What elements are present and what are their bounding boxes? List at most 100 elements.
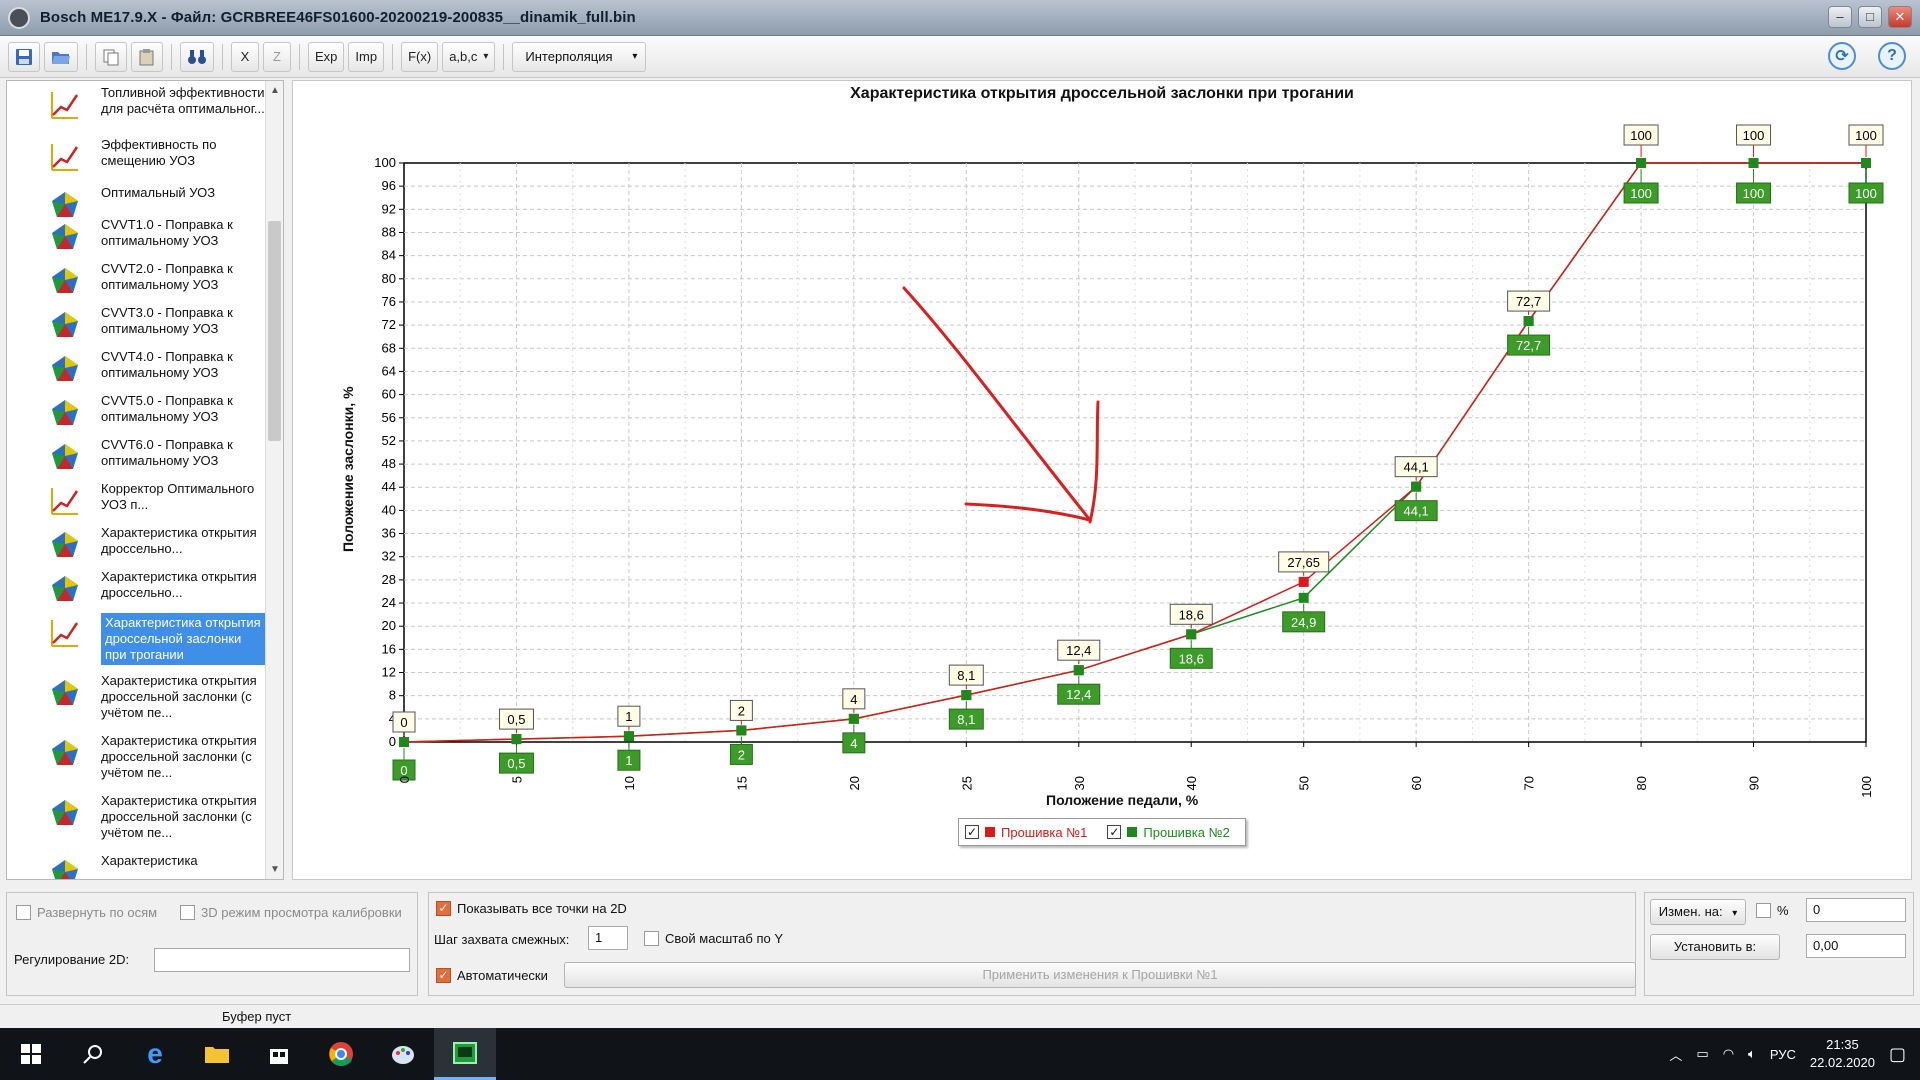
tray-chevron-up-icon[interactable]: ︿ bbox=[1669, 1045, 1682, 1064]
surface-3d-icon bbox=[52, 192, 78, 217]
wifi-icon[interactable]: ◠ bbox=[1723, 1046, 1734, 1062]
percent-checkbox[interactable] bbox=[1756, 903, 1771, 918]
volume-icon[interactable]: 🔈︎ bbox=[1748, 1046, 1756, 1062]
abc-dropdown[interactable]: a,b,c ▾ bbox=[442, 41, 496, 72]
surface-3d-icon bbox=[52, 224, 78, 249]
x-axis-label: Положение педали, % bbox=[1046, 792, 1199, 808]
set-to-button[interactable]: Установить в: bbox=[1650, 934, 1780, 960]
set-value-input[interactable]: 0,00 bbox=[1806, 934, 1906, 958]
mode3d-checkbox[interactable] bbox=[180, 905, 195, 920]
expand-axes-checkbox[interactable] bbox=[16, 905, 31, 920]
edge-browser-icon[interactable]: e bbox=[124, 1028, 186, 1080]
step-label: Шаг захвата смежных: bbox=[434, 932, 570, 947]
mode3d-option[interactable]: 3D режим просмотра калибровки bbox=[180, 905, 402, 920]
refresh-icon[interactable]: ⟳ bbox=[1828, 42, 1856, 70]
window-title: Bosch ME17.9.X - Файл: GCRBREE46FS01600-… bbox=[40, 9, 636, 26]
percent-option[interactable]: % bbox=[1756, 903, 1789, 918]
scroll-thumb[interactable] bbox=[268, 221, 281, 441]
legend-series1-swatch bbox=[985, 827, 995, 837]
surface-3d-icon bbox=[52, 444, 78, 469]
language-indicator[interactable]: РУС bbox=[1770, 1047, 1796, 1062]
formula-button[interactable]: F(x) bbox=[401, 41, 439, 72]
scroll-up-icon[interactable]: ▲ bbox=[266, 85, 283, 96]
show-all-points-label: Показывать все точки на 2D bbox=[457, 901, 627, 916]
import-button[interactable]: Imp bbox=[348, 41, 385, 72]
expand-axes-label: Развернуть по осям bbox=[37, 905, 158, 920]
interpolation-chevron-down-icon: ▾ bbox=[632, 51, 638, 62]
search-icon[interactable] bbox=[62, 1028, 124, 1080]
apply-changes-button[interactable]: Применить изменения к Прошивки №1 bbox=[564, 962, 1636, 988]
z-axis-button[interactable]: Z bbox=[263, 41, 291, 72]
sidebar-item-label: Характеристика открытия дроссельной засл… bbox=[101, 733, 257, 780]
clock-time: 21:35 bbox=[1826, 1037, 1859, 1052]
calibration-tree: Топливной эффективности для расчёта опти… bbox=[6, 80, 284, 880]
surface-3d-icon bbox=[52, 680, 78, 705]
file-explorer-icon[interactable] bbox=[186, 1028, 248, 1080]
sidebar-item-label: CVVT4.0 - Поправка к оптимальному УОЗ bbox=[101, 349, 233, 380]
folder-open-icon bbox=[52, 51, 70, 64]
sidebar-item-label: Характеристика открытия дроссельно... bbox=[101, 525, 257, 556]
chrome-icon[interactable] bbox=[310, 1028, 372, 1080]
sidebar-item-label: CVVT1.0 - Поправка к оптимальному УОЗ bbox=[101, 217, 233, 248]
percent-label: % bbox=[1777, 903, 1789, 918]
bottom-panel: Развернуть по осям 3D режим просмотра ка… bbox=[0, 884, 1920, 1004]
windows-logo-icon bbox=[21, 1044, 41, 1064]
sidebar-item-label: Характеристика открытия дроссельно... bbox=[101, 569, 257, 600]
open-button[interactable] bbox=[44, 41, 78, 72]
maximize-button[interactable]: □ bbox=[1858, 6, 1882, 28]
chart-title: Характеристика открытия дроссельной засл… bbox=[850, 85, 1354, 102]
sidebar-item-label: Характеристика открытия дроссельной засл… bbox=[101, 673, 257, 720]
surface-3d-icon bbox=[52, 532, 78, 557]
abc-label: a,b,c bbox=[449, 49, 478, 64]
change-by-dropdown[interactable]: Измен. на: ▾ bbox=[1650, 899, 1746, 925]
chart-panel: Характеристика открытия дроссельной засл… bbox=[292, 80, 1912, 880]
mode3d-label: 3D режим просмотра калибровки bbox=[201, 905, 402, 920]
scroll-down-icon[interactable]: ▼ bbox=[266, 864, 283, 875]
save-button[interactable] bbox=[8, 41, 40, 72]
legend-series2-checkbox[interactable]: ✓ bbox=[1107, 825, 1122, 839]
legend-series2-label: Прошивка №2 bbox=[1143, 824, 1230, 840]
change-value-input[interactable]: 0 bbox=[1806, 898, 1906, 922]
expand-axes-option[interactable]: Развернуть по осям bbox=[16, 905, 157, 920]
find-button[interactable] bbox=[180, 41, 214, 72]
reg2d-input[interactable] bbox=[154, 948, 410, 972]
own-scale-label: Свой масштаб по Y bbox=[665, 931, 783, 946]
help-icon[interactable]: ? bbox=[1878, 42, 1906, 70]
show-all-points-checkbox[interactable]: ✓ bbox=[436, 901, 451, 916]
export-button[interactable]: Exp bbox=[308, 41, 345, 72]
notifications-icon[interactable]: ▢ bbox=[1889, 1044, 1906, 1065]
store-icon[interactable] bbox=[248, 1028, 310, 1080]
paste-button[interactable] bbox=[131, 41, 163, 72]
x-axis-button[interactable]: X bbox=[231, 41, 259, 72]
battery-icon[interactable]: ▭ bbox=[1696, 1046, 1708, 1062]
buffer-status: Буфер пуст bbox=[222, 1009, 292, 1024]
copy-button[interactable] bbox=[95, 41, 127, 72]
sidebar-item-label: Оптимальный УОЗ bbox=[101, 185, 216, 200]
status-bar: Буфер пуст bbox=[0, 1004, 1920, 1028]
legend-series1-checkbox[interactable]: ✓ bbox=[965, 825, 979, 839]
minimize-button[interactable]: – bbox=[1828, 6, 1852, 28]
interpolation-dropdown[interactable]: Интерполяция ▾ bbox=[512, 41, 647, 72]
chip-tuning-app-icon[interactable] bbox=[434, 1028, 496, 1080]
sidebar-scrollbar[interactable]: ▲ ▼ bbox=[265, 81, 283, 879]
own-scale-option[interactable]: Свой масштаб по Y bbox=[644, 931, 783, 946]
sidebar-item-label: Топливной эффективности для расчёта опти… bbox=[101, 85, 265, 116]
paint-icon[interactable] bbox=[372, 1028, 434, 1080]
clock[interactable]: 21:35 22.02.2020 bbox=[1810, 1036, 1875, 1072]
sidebar-item-label: CVVT2.0 - Поправка к оптимальному УОЗ bbox=[101, 261, 233, 292]
copy-icon bbox=[103, 49, 119, 65]
auto-checkbox[interactable]: ✓ bbox=[436, 968, 451, 983]
change-by-label: Измен. на: bbox=[1658, 904, 1723, 919]
app-icon bbox=[8, 6, 30, 29]
start-button[interactable] bbox=[0, 1028, 62, 1080]
clock-date: 22.02.2020 bbox=[1809, 1055, 1875, 1070]
save-icon bbox=[16, 48, 32, 65]
auto-option[interactable]: ✓ Автоматически bbox=[436, 968, 548, 983]
show-all-points-option[interactable]: ✓ Показывать все точки на 2D bbox=[436, 901, 627, 916]
sidebar-item-label: CVVT6.0 - Поправка к оптимальному УОЗ bbox=[101, 437, 233, 468]
own-scale-checkbox[interactable] bbox=[644, 931, 659, 946]
close-button[interactable]: ✕ bbox=[1888, 6, 1912, 28]
step-stepper[interactable]: 1 bbox=[588, 926, 628, 950]
auto-label: Автоматически bbox=[457, 968, 548, 983]
system-tray: ︿ ▭ ◠ 🔈︎ РУС 21:35 22.02.2020 ▢ bbox=[1669, 1028, 1920, 1080]
